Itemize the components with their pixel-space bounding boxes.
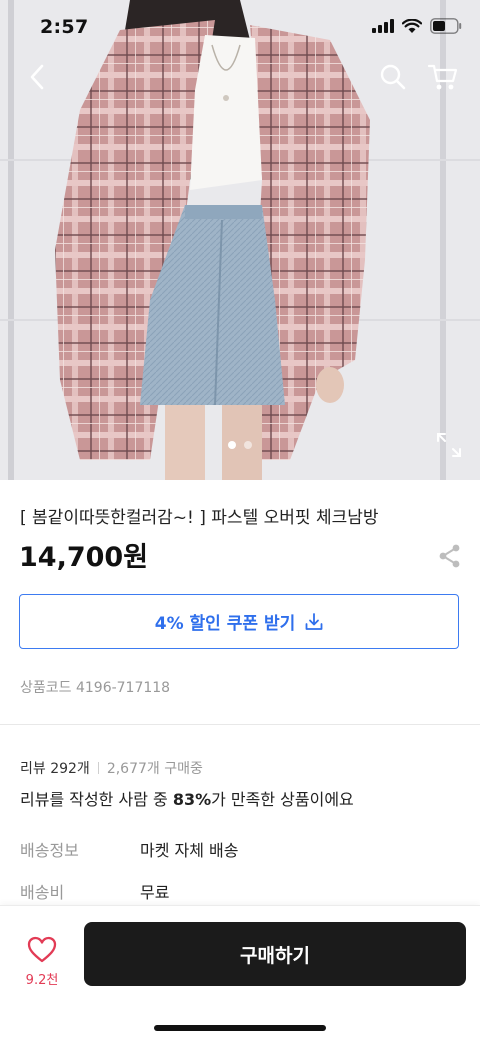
home-indicator [154, 1025, 326, 1031]
heart-icon [27, 936, 57, 963]
bottom-action-bar: 9.2천 구매하기 [0, 905, 480, 1039]
search-icon [380, 64, 406, 90]
carousel-indicator [0, 441, 480, 449]
share-icon [439, 544, 460, 568]
review-separator [97, 762, 99, 774]
section-divider [0, 724, 480, 725]
like-button[interactable]: 9.2천 [18, 936, 66, 988]
cart-icon [427, 64, 458, 90]
back-button[interactable] [22, 60, 52, 94]
like-count: 9.2천 [25, 973, 59, 988]
product-title: [ 봄같이따뜻한컬러감~! ] 파스텔 오버핏 체크남방 [20, 508, 379, 528]
signal-icon [372, 19, 394, 33]
status-bar: 2:57 [0, 0, 480, 56]
review-satisfaction-percent: 83% [172, 790, 212, 809]
download-icon [305, 612, 323, 630]
expand-button[interactable] [436, 432, 462, 458]
shipping-fee-value: 무료 [140, 883, 170, 902]
buy-button[interactable]: 구매하기 [84, 922, 466, 986]
status-time: 2:57 [40, 16, 89, 38]
product-price: 14,700원 [19, 542, 149, 573]
review-summary-prefix: 리뷰를 작성한 사람 중 [20, 790, 173, 809]
chevron-left-icon [30, 64, 44, 90]
product-photo [0, 0, 480, 480]
shipping-fee-label: 배송비 [20, 883, 65, 902]
share-button[interactable] [437, 543, 463, 569]
review-count[interactable]: 리뷰 292개 [20, 758, 90, 778]
search-button[interactable] [378, 62, 408, 92]
review-summary: 리뷰를 작성한 사람 중 83%가 만족한 상품이에요 [20, 786, 354, 810]
buyer-count: 2,677개 구매중 [106, 761, 203, 777]
review-summary-suffix: 가 만족한 상품이에요 [211, 790, 354, 809]
product-image[interactable] [0, 0, 480, 480]
cart-button[interactable] [427, 62, 459, 92]
carousel-dot[interactable] [228, 441, 236, 449]
shipping-info-row: 배송정보 마켓 자체 배송 [20, 837, 239, 861]
battery-icon [430, 18, 462, 34]
wifi-icon [402, 18, 422, 33]
product-code: 상품코드 4196-717118 [20, 680, 171, 696]
review-stats: 리뷰 292개 2,677개 구매중 [20, 758, 203, 778]
status-icons [372, 18, 462, 34]
shipping-info-label: 배송정보 [20, 841, 79, 860]
carousel-dot[interactable] [244, 441, 252, 449]
coupon-label: 4% 할인 쿠폰 받기 [154, 614, 296, 634]
shipping-fee-row: 배송비 무료 [20, 879, 169, 903]
expand-icon [437, 433, 461, 457]
coupon-download-button[interactable]: 4% 할인 쿠폰 받기 [19, 594, 459, 649]
shipping-info-value: 마켓 자체 배송 [140, 841, 239, 860]
